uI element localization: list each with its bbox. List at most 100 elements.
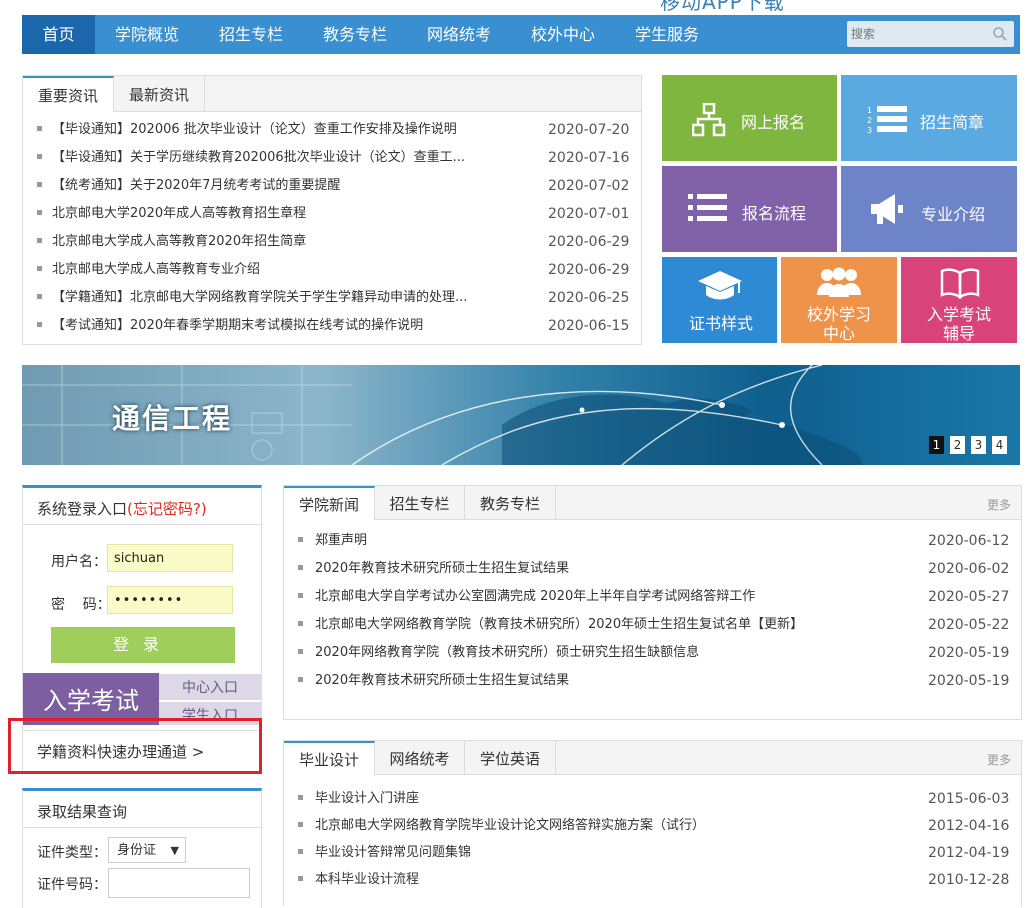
list-item-title[interactable]: 本科毕业设计流程 bbox=[315, 872, 419, 887]
list-item-date: 2010-12-28 bbox=[928, 872, 1010, 888]
bullet-icon bbox=[298, 795, 303, 800]
banner-title: 通信工程 bbox=[112, 402, 233, 435]
nav-item-home[interactable]: 首页 bbox=[22, 15, 95, 54]
list-item-title[interactable]: 北京邮电大学2020年成人高等教育招生章程 bbox=[52, 206, 306, 221]
tab-college-news[interactable]: 学院新闻 bbox=[284, 486, 375, 520]
bullet-icon bbox=[298, 876, 303, 881]
banner-page-4[interactable]: 4 bbox=[992, 436, 1007, 454]
id-type-label: 证件类型： bbox=[37, 845, 107, 861]
list-item[interactable]: 北京邮电大学网络教育学院毕业设计论文网络答辩实施方案（试行） bbox=[298, 814, 705, 833]
tile-online-registration[interactable]: 网上报名 bbox=[662, 75, 837, 161]
search-input[interactable] bbox=[851, 23, 989, 45]
list-item[interactable]: 【毕设通知】关于学历继续教育202006批次毕业设计（论文）查重工... bbox=[37, 144, 465, 172]
tab-important-news[interactable]: 重要资讯 bbox=[23, 76, 114, 112]
list-item-title[interactable]: 毕业设计答辩常见问题集锦 bbox=[315, 845, 471, 860]
tile-label: 报名流程 bbox=[742, 204, 807, 223]
list-item-title[interactable]: 【毕设通知】关于学历继续教育202006批次毕业设计（论文）查重工... bbox=[52, 150, 465, 165]
list-item-date: 2020-05-27 bbox=[928, 589, 1010, 605]
list-item-date: 2012-04-19 bbox=[928, 845, 1010, 861]
list-item-title[interactable]: 【学籍通知】北京邮电大学网络教育学院关于学生学籍异动申请的处理... bbox=[52, 290, 467, 305]
list-item[interactable]: 北京邮电大学成人高等教育专业介绍 bbox=[37, 256, 260, 284]
list-item[interactable]: 本科毕业设计流程 bbox=[298, 868, 419, 887]
tab-degree-english[interactable]: 学位英语 bbox=[465, 741, 556, 774]
list-item-date: 2020-07-01 bbox=[548, 206, 630, 222]
nav-item-student-services[interactable]: 学生服务 bbox=[615, 15, 719, 54]
forgot-password-link[interactable]: (忘记密码?) bbox=[127, 500, 207, 518]
more-link[interactable]: 更多 bbox=[987, 496, 1011, 513]
college-news-panel: 学院新闻 招生专栏 教务专栏 更多 郑重声明 2020-06-12 2020年教育技… bbox=[283, 485, 1022, 720]
list-item-title[interactable]: 【统考通知】关于2020年7月统考考试的重要提醒 bbox=[52, 178, 340, 193]
group-icon bbox=[817, 267, 861, 297]
nav-item-academic[interactable]: 教务专栏 bbox=[303, 15, 407, 54]
more-link[interactable]: 更多 bbox=[987, 751, 1011, 768]
list-item-title[interactable]: 毕业设计入门讲座 bbox=[315, 791, 419, 806]
tile-study-centers[interactable]: 校外学习 中心 bbox=[781, 257, 897, 343]
tile-certificate-samples[interactable]: 证书样式 bbox=[662, 257, 777, 343]
list-item[interactable]: 2020年教育技术研究所硕士生招生复试结果 bbox=[298, 557, 569, 576]
list-item-title[interactable]: 【毕设通知】202006 批次毕业设计（论文）查重工作安排及操作说明 bbox=[52, 122, 457, 137]
list-item[interactable]: 【考试通知】2020年春季学期期末考试模拟在线考试的操作说明 bbox=[37, 312, 423, 340]
list-item-title[interactable]: 北京邮电大学成人高等教育2020年招生简章 bbox=[52, 234, 306, 249]
list-item[interactable]: 毕业设计答辩常见问题集锦 bbox=[298, 841, 471, 860]
list-item[interactable]: 北京邮电大学网络教育学院（教育技术研究所）2020年硕士生招生复试名单【更新】 bbox=[298, 613, 803, 632]
list-item-title[interactable]: 郑重声明 bbox=[315, 533, 367, 548]
bullet-icon bbox=[298, 621, 303, 626]
username-field[interactable]: sichuan bbox=[107, 544, 233, 572]
password-field[interactable]: •••••••• bbox=[107, 586, 233, 614]
bullet-icon bbox=[37, 238, 42, 243]
list-item[interactable]: 【毕设通知】202006 批次毕业设计（论文）查重工作安排及操作说明 bbox=[37, 116, 457, 144]
list-item[interactable]: 2020年网络教育学院（教育技术研究所）硕士研究生招生缺额信息 bbox=[298, 641, 699, 660]
important-news-panel: 重要资讯 最新资讯 【毕设通知】202006 批次毕业设计（论文）查重工作安排及… bbox=[22, 75, 642, 345]
banner-page-3[interactable]: 3 bbox=[971, 436, 986, 454]
tile-registration-process[interactable]: 报名流程 bbox=[662, 166, 837, 252]
list-item[interactable]: 毕业设计入门讲座 bbox=[298, 787, 419, 806]
search-icon[interactable] bbox=[992, 26, 1008, 42]
tab-admissions[interactable]: 招生专栏 bbox=[375, 486, 465, 519]
list-item[interactable]: 郑重声明 bbox=[298, 529, 367, 548]
list-item-title[interactable]: 【考试通知】2020年春季学期期末考试模拟在线考试的操作说明 bbox=[52, 318, 423, 333]
tile-entrance-exam-tutoring[interactable]: 入学考试 辅导 bbox=[901, 257, 1017, 343]
nav-item-about[interactable]: 学院概览 bbox=[95, 15, 199, 54]
tab-latest-news[interactable]: 最新资讯 bbox=[114, 76, 205, 111]
tab-unified-exam[interactable]: 网络统考 bbox=[375, 741, 465, 774]
list-item-title[interactable]: 北京邮电大学成人高等教育专业介绍 bbox=[52, 262, 260, 277]
tile-label: 证书样式 bbox=[689, 314, 754, 333]
list-item-title[interactable]: 北京邮电大学自学考试办公室圆满完成 2020年上半年自学考试网络答辩工作 bbox=[315, 589, 755, 604]
center-entry-link[interactable]: 中心入口 bbox=[159, 674, 261, 700]
tab-academic-affairs[interactable]: 教务专栏 bbox=[465, 486, 556, 519]
app-download-link[interactable]: 移动APP下载 bbox=[660, 0, 785, 15]
tab-graduation-design[interactable]: 毕业设计 bbox=[284, 741, 375, 775]
nav-item-off-campus[interactable]: 校外中心 bbox=[511, 15, 615, 54]
list-item-title[interactable]: 2020年网络教育学院（教育技术研究所）硕士研究生招生缺额信息 bbox=[315, 645, 699, 660]
tile-label: 专业介绍 bbox=[921, 205, 986, 224]
list-item-title[interactable]: 2020年教育技术研究所硕士生招生复试结果 bbox=[315, 561, 569, 576]
id-type-select[interactable]: 身份证 ▼ bbox=[108, 837, 186, 863]
tile-admission-brochure[interactable]: 123 招生简章 bbox=[841, 75, 1017, 161]
list-item-title[interactable]: 北京邮电大学网络教育学院（教育技术研究所）2020年硕士生招生复试名单【更新】 bbox=[315, 617, 803, 632]
list-item[interactable]: 2020年教育技术研究所硕士生招生复试结果 bbox=[298, 669, 569, 688]
hero-banner[interactable]: 通信工程 1 2 3 4 bbox=[22, 365, 1020, 465]
nav-item-admissions[interactable]: 招生专栏 bbox=[199, 15, 303, 54]
news-tabs: 重要资讯 最新资讯 bbox=[23, 76, 641, 112]
tile-major-introduction[interactable]: 专业介绍 bbox=[841, 166, 1017, 252]
list-item-title[interactable]: 北京邮电大学网络教育学院毕业设计论文网络答辩实施方案（试行） bbox=[315, 818, 705, 833]
list-item[interactable]: 北京邮电大学自学考试办公室圆满完成 2020年上半年自学考试网络答辩工作 bbox=[298, 585, 755, 604]
list-item[interactable]: 北京邮电大学2020年成人高等教育招生章程 bbox=[37, 200, 306, 228]
id-number-input[interactable] bbox=[108, 868, 250, 898]
list-item-title[interactable]: 2020年教育技术研究所硕士生招生复试结果 bbox=[315, 673, 569, 688]
list-item[interactable]: 【学籍通知】北京邮电大学网络教育学院关于学生学籍异动申请的处理... bbox=[37, 284, 467, 312]
list-item[interactable]: 北京邮电大学成人高等教育2020年招生简章 bbox=[37, 228, 306, 256]
bullet-icon bbox=[298, 649, 303, 654]
list-item-date: 2015-06-03 bbox=[928, 791, 1010, 807]
bullet-icon bbox=[37, 154, 42, 159]
list-item[interactable]: 【统考通知】关于2020年7月统考考试的重要提醒 bbox=[37, 172, 340, 200]
nav-item-unified-exam[interactable]: 网络统考 bbox=[407, 15, 511, 54]
bullet-icon bbox=[37, 294, 42, 299]
list-item-date: 2020-07-20 bbox=[548, 122, 630, 138]
banner-page-1[interactable]: 1 bbox=[929, 436, 944, 454]
numbered-list-icon: 123 bbox=[867, 106, 907, 135]
graduation-panel: 毕业设计 网络统考 学位英语 更多 毕业设计入门讲座 2015-06-03 北京邮电… bbox=[283, 740, 1022, 906]
id-number-label: 证件号码： bbox=[37, 877, 107, 893]
banner-page-2[interactable]: 2 bbox=[950, 436, 965, 454]
login-button[interactable]: 登录 bbox=[51, 627, 235, 663]
